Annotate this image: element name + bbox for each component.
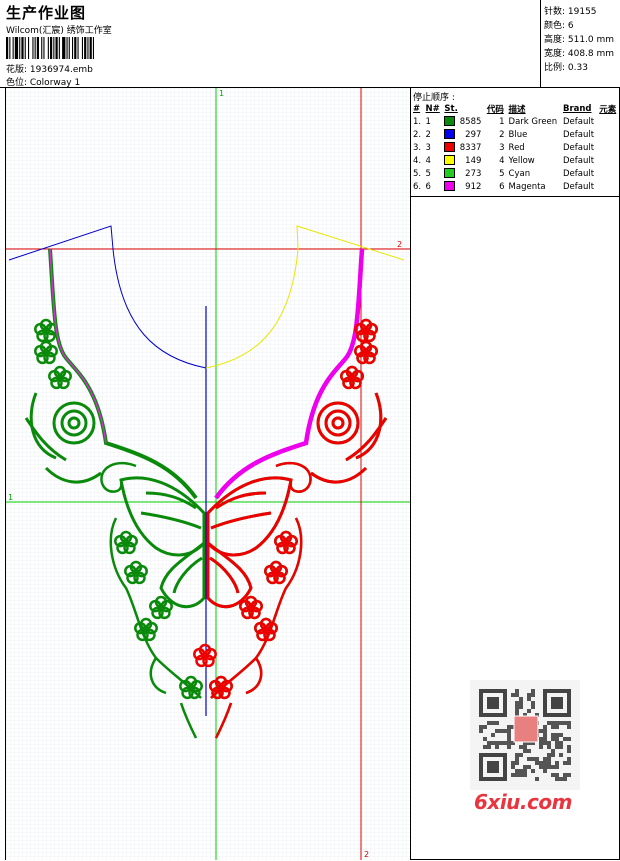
cell-desc: Dark Green [508,116,558,127]
cell-idx: 6. [413,181,422,192]
watermark-text: 6xiu.com [474,790,572,814]
col-header: 元素 [599,104,617,115]
color-swatch [444,129,456,140]
stitch-count-cell: 912 [465,181,482,192]
color-swatch [444,155,456,166]
design-scale: 比例: 0.33 [544,63,588,73]
cell-code: 4 [499,155,505,166]
color-swatch [444,181,456,192]
cell-code: 6 [499,181,505,192]
cell-element [597,141,619,154]
cell-desc: Yellow [508,155,535,166]
cell-desc: Red [508,142,525,153]
color-count: 颜色: 6 [544,21,574,31]
cell-brand: Default [562,155,595,166]
col-header: 代码 [486,104,504,115]
cell-brand: Default [562,168,595,179]
studio-name: Wilcom(汇宸) 绣饰工作室 [6,26,112,36]
cell-n: 6 [425,181,431,192]
table-row[interactable]: 2. 2 297 2 Blue Default [411,128,619,141]
guide-label-green-top: 1 [219,89,224,98]
design-file-name: 花版: 1936974.emb [6,65,93,75]
cell-idx: 4. [413,155,422,166]
cell-brand: Default [562,181,595,192]
table-row[interactable]: 5. 5 273 5 Cyan Default [411,167,619,180]
table-row[interactable]: 1. 1 8585 1 Dark Green Default [411,115,619,128]
stitch-count-cell: 273 [465,168,482,179]
cell-idx: 2. [413,129,422,140]
qr-code-watermark [470,680,580,790]
table-header-row: # N# St. 代码 描述 Brand 元素 [411,102,619,115]
table-row[interactable]: 6. 6 912 6 Magenta Default [411,180,619,193]
design-canvas[interactable]: 1 1 2 2 [5,88,411,860]
guide-label-red-right: 2 [397,240,402,249]
stop-sequence-table: # N# St. 代码 描述 Brand 元素 1. 1 8585 1 Dark Gre… [411,102,619,193]
cell-code: 1 [499,116,505,127]
cell-brand: Default [562,116,595,127]
cell-code: 5 [499,168,505,179]
cell-element [597,167,619,180]
cell-element [597,128,619,141]
stitch-count-cell: 8585 [459,116,482,127]
cell-idx: 1. [413,116,422,127]
cell-n: 5 [425,168,431,179]
guide-label-red-bottom: 2 [364,850,369,859]
production-worksheet: 生产作业图 Wilcom(汇宸) 绣饰工作室 花版: 1936974.emb 色… [0,0,620,861]
cell-n: 3 [425,142,431,153]
col-header: 描述 [508,104,526,115]
cell-desc: Blue [508,129,528,140]
stitch-count: 针数: 19155 [544,7,597,17]
cell-element [597,180,619,193]
cell-code: 2 [499,129,505,140]
cell-element [597,115,619,128]
cell-n: 2 [425,129,431,140]
cell-idx: 5. [413,168,422,179]
cell-brand: Default [562,129,595,140]
header-info: 生产作业图 Wilcom(汇宸) 绣饰工作室 花版: 1936974.emb 色… [0,0,540,88]
page-title: 生产作业图 [6,4,87,22]
cell-idx: 3. [413,142,422,153]
guide-label-green-left: 1 [8,493,13,502]
cell-element [597,154,619,167]
stitch-count-cell: 8337 [459,142,482,153]
cell-code: 3 [499,142,505,153]
cell-brand: Default [562,142,595,153]
col-header: N# [425,103,440,114]
barcode-image [6,37,94,59]
design-stats: 针数: 19155 颜色: 6 高度: 511.0 mm 宽度: 408.8 m… [540,0,620,88]
color-swatch [444,142,456,153]
table-row[interactable]: 4. 4 149 4 Yellow Default [411,154,619,167]
stitch-count-cell: 149 [465,155,482,166]
cell-n: 1 [425,116,431,127]
col-header: St. [444,103,458,114]
colorway-name: 色位: Colorway 1 [6,78,81,88]
table-row[interactable]: 3. 3 8337 3 Red Default [411,141,619,154]
color-swatch [444,168,456,179]
design-height: 高度: 511.0 mm [544,35,615,45]
color-swatch [444,116,456,127]
cell-desc: Cyan [508,168,531,179]
col-header: Brand [562,103,592,114]
cell-n: 4 [425,155,431,166]
cell-desc: Magenta [508,181,546,192]
embroidery-preview: 1 1 2 2 [6,88,411,860]
design-width: 宽度: 408.8 mm [544,49,615,59]
col-header: # [413,103,421,114]
stitch-count-cell: 297 [465,129,482,140]
